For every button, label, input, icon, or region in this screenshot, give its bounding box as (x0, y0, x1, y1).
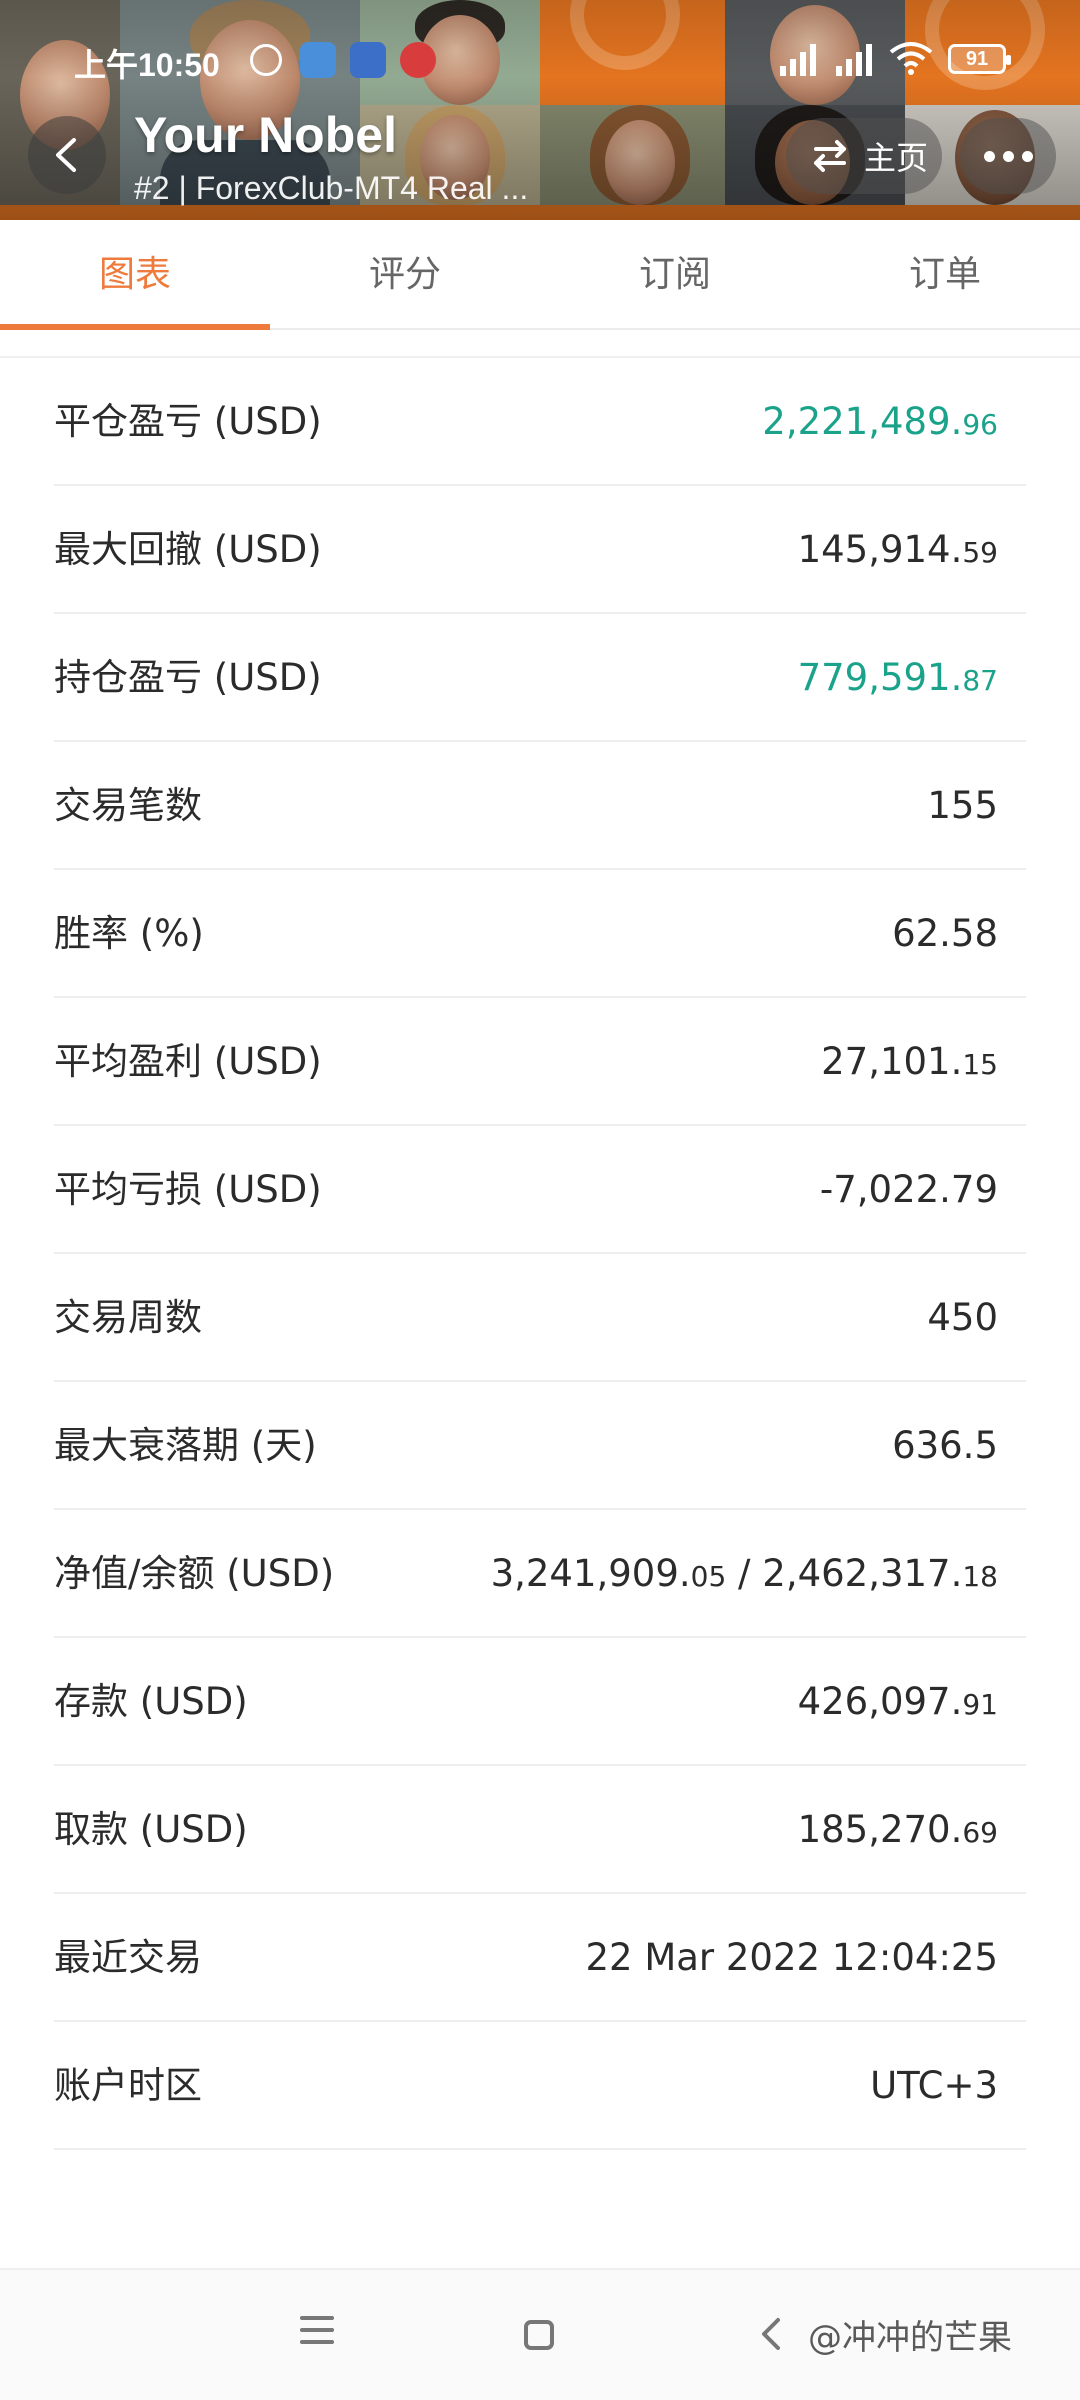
more-options-button[interactable] (960, 118, 1056, 194)
stat-value-cents: 69 (962, 1816, 998, 1849)
tab-chart[interactable]: 图表 (0, 220, 270, 330)
stat-value-main: 145,914. (797, 528, 963, 571)
stat-label: 存款 (USD) (54, 1680, 248, 1723)
stat-label: 胜率 (%) (54, 912, 204, 955)
stat-value: 2,221,489.96 (762, 358, 998, 489)
signal-icon (780, 42, 824, 76)
stat-label: 净值/余额 (USD) (54, 1552, 335, 1595)
stat-value: 450 (927, 1296, 998, 1339)
stat-value: -7,022.79 (819, 1168, 998, 1211)
profile-header-banner: 上午10:50 91 Your Nobel #2 | ForexClub-MT4… (0, 0, 1080, 220)
stat-value: 22 Mar 2022 12:04:25 (585, 1936, 998, 1979)
stat-value-main: 2,221,489. (762, 400, 963, 443)
stat-label: 账户时区 (54, 2064, 202, 2107)
stat-row-win-rate: 胜率 (%) 62.58 (54, 870, 1026, 998)
stat-value-cents: 91 (962, 1688, 998, 1721)
stat-label: 取款 (USD) (54, 1808, 248, 1851)
stat-value-main: 3,241,909. (490, 1552, 691, 1595)
stat-value-cents: 15 (962, 1048, 998, 1081)
stat-value: 155 (927, 784, 998, 827)
tab-subscribe[interactable]: 订阅 (540, 220, 810, 328)
account-subtitle: #2 | ForexClub-MT4 Real ... (134, 170, 529, 206)
stat-label: 交易笔数 (54, 784, 202, 827)
stat-value: UTC+3 (870, 2064, 998, 2107)
app-notification-icon (350, 42, 386, 78)
stat-value: 27,101.15 (821, 998, 998, 1129)
divider (0, 332, 1080, 358)
app-notification-icon (300, 42, 336, 78)
watermark: @冲冲的芒果 (808, 2318, 1012, 2358)
status-time: 上午10:50 (74, 47, 220, 83)
status-bar: 上午10:50 91 (0, 30, 1080, 90)
tab-rating[interactable]: 评分 (270, 220, 540, 328)
stat-value: 3,241,909.05 / 2,462,317.18 (491, 1510, 998, 1641)
stat-value: 185,270.69 (798, 1766, 998, 1897)
stat-label: 平均盈利 (USD) (54, 1040, 322, 1083)
stat-row-last-trade: 最近交易 22 Mar 2022 12:04:25 (54, 1894, 1026, 2022)
signal-icon (836, 42, 880, 76)
stat-value-main-2: / 2,462,317. (726, 1552, 963, 1595)
stat-value-main: 27,101. (821, 1040, 963, 1083)
alarm-icon (250, 44, 282, 76)
stats-list: 平仓盈亏 (USD) 2,221,489.96 最大回撤 (USD) 145,9… (0, 358, 1080, 2150)
stat-label: 交易周数 (54, 1296, 202, 1339)
stat-row-avg-profit: 平均盈利 (USD) 27,101.15 (54, 998, 1026, 1126)
stat-row-timezone: 账户时区 UTC+3 (54, 2022, 1026, 2150)
menu-icon[interactable] (300, 2316, 334, 2352)
stat-row-avg-loss: 平均亏损 (USD) -7,022.79 (54, 1126, 1026, 1254)
stat-value: 145,914.59 (798, 486, 998, 617)
stat-label: 最大衰落期 (天) (54, 1424, 317, 1467)
back-button[interactable] (28, 116, 106, 194)
home-icon[interactable] (524, 2320, 554, 2350)
stat-value-main: 779,591. (797, 656, 963, 699)
tab-bar: 图表 评分 订阅 订单 (0, 220, 1080, 330)
stat-value-cents: 96 (962, 408, 998, 441)
dot-icon (983, 150, 995, 162)
stat-row-withdrawals: 取款 (USD) 185,270.69 (54, 1766, 1026, 1894)
stat-row-closed-pnl: 平仓盈亏 (USD) 2,221,489.96 (54, 358, 1026, 486)
chevron-left-icon (56, 138, 76, 172)
battery-icon: 91 (948, 44, 1011, 74)
stat-value-main: 185,270. (797, 1808, 963, 1851)
stat-row-equity-balance: 净值/余额 (USD) 3,241,909.05 / 2,462,317.18 (54, 1510, 1026, 1638)
home-page-label: 主页 (864, 139, 929, 177)
stat-label: 持仓盈亏 (USD) (54, 656, 322, 699)
page-title: Your Nobel (134, 107, 397, 163)
stat-value: 636.5 (892, 1424, 998, 1467)
stat-value: 426,097.91 (798, 1638, 998, 1769)
stat-label: 最大回撤 (USD) (54, 528, 322, 571)
stat-value-cents: 87 (962, 664, 998, 697)
stat-row-trading-weeks: 交易周数 450 (54, 1254, 1026, 1382)
stat-value: 779,591.87 (798, 614, 998, 745)
stat-row-max-decline-period: 最大衰落期 (天) 636.5 (54, 1382, 1026, 1510)
dot-icon (1002, 150, 1014, 162)
wifi-icon (889, 42, 933, 75)
stat-value-cents: 05 (690, 1560, 727, 1593)
app-notification-icon (400, 42, 436, 78)
stat-value: 62.58 (892, 912, 998, 955)
stat-value-main: 426,097. (797, 1680, 963, 1723)
stat-row-deposits: 存款 (USD) 426,097.91 (54, 1638, 1026, 1766)
stat-value-cents-2: 18 (962, 1560, 998, 1593)
stat-row-trade-count: 交易笔数 155 (54, 742, 1026, 870)
stat-row-max-drawdown: 最大回撤 (USD) 145,914.59 (54, 486, 1026, 614)
home-page-button[interactable]: 主页 (786, 118, 942, 194)
tab-orders[interactable]: 订单 (810, 220, 1080, 328)
back-icon[interactable] (756, 2314, 786, 2354)
stat-row-open-pnl: 持仓盈亏 (USD) 779,591.87 (54, 614, 1026, 742)
stat-label: 平均亏损 (USD) (54, 1168, 322, 1211)
switch-arrows-icon (814, 140, 846, 172)
stat-value-cents: 59 (962, 536, 998, 569)
stat-label: 最近交易 (54, 1936, 202, 1979)
dot-icon (1021, 150, 1033, 162)
stat-label: 平仓盈亏 (USD) (54, 400, 322, 443)
